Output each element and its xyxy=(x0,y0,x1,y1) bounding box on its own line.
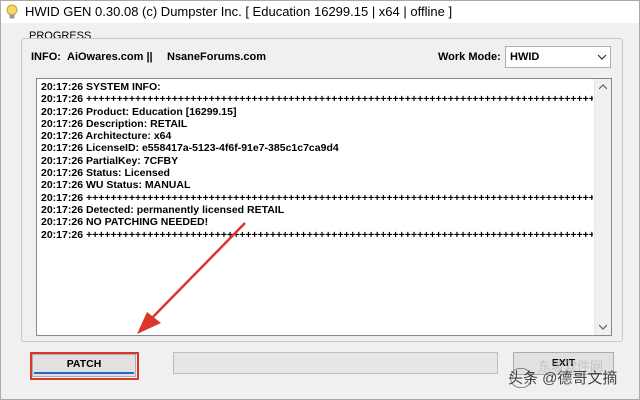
log-line: 20:17:26 Status: Licensed xyxy=(41,167,170,180)
log-line: 20:17:26 Product: Education [16299.15] xyxy=(41,105,237,118)
vertical-scrollbar[interactable] xyxy=(594,79,611,335)
aiowares-link[interactable]: AiOwares.com || xyxy=(67,51,153,63)
work-mode-value: HWID xyxy=(510,51,540,63)
patch-focus-underline xyxy=(34,372,134,374)
scroll-down-arrow-icon[interactable] xyxy=(599,324,607,330)
scroll-up-arrow-icon[interactable] xyxy=(599,84,607,90)
app-window: HWID GEN 0.30.08 (c) Dumpster Inc. [ Edu… xyxy=(0,0,640,400)
nsaneforums-link[interactable]: NsaneForums.com xyxy=(167,51,266,63)
work-mode-label: Work Mode: xyxy=(438,51,501,63)
log-line: 20:17:26 PartialKey: 7CFBY xyxy=(41,154,179,167)
log-lines: 20:17:26 SYSTEM INFO: 20:17:26 +++++++++… xyxy=(41,81,593,241)
log-line: 20:17:26 +++++++++++++++++++++++++++++++… xyxy=(41,228,593,241)
lightbulb-icon xyxy=(6,4,18,19)
watermark-text: 头条 @德哥文摘 xyxy=(508,370,618,387)
log-line: 20:17:26 SYSTEM INFO: xyxy=(41,81,161,93)
window-title: HWID GEN 0.30.08 (c) Dumpster Inc. [ Edu… xyxy=(25,4,453,19)
log-line: 20:17:26 Architecture: x64 xyxy=(41,130,172,143)
info-label: INFO: xyxy=(31,51,61,63)
log-line: 20:17:26 Detected: permanently licensed … xyxy=(41,203,285,216)
log-line: 20:17:26 +++++++++++++++++++++++++++++++… xyxy=(41,191,593,204)
log-line: 20:17:26 LicenseID: e558417a-5123-4f6f-9… xyxy=(41,142,339,155)
log-line: 20:17:26 WU Status: MANUAL xyxy=(41,179,191,192)
log-line: 20:17:26 NO PATCHING NEEDED! xyxy=(41,216,209,229)
progress-bar xyxy=(173,352,498,374)
work-mode-select[interactable]: HWID xyxy=(505,46,611,68)
log-line: 20:17:26 +++++++++++++++++++++++++++++++… xyxy=(41,93,593,106)
log-line: 20:17:26 Description: RETAIL xyxy=(41,117,188,130)
chevron-down-icon xyxy=(597,54,607,60)
title-bar: HWID GEN 0.30.08 (c) Dumpster Inc. [ Edu… xyxy=(1,1,639,23)
log-output[interactable]: 20:17:26 SYSTEM INFO: 20:17:26 +++++++++… xyxy=(36,78,612,336)
